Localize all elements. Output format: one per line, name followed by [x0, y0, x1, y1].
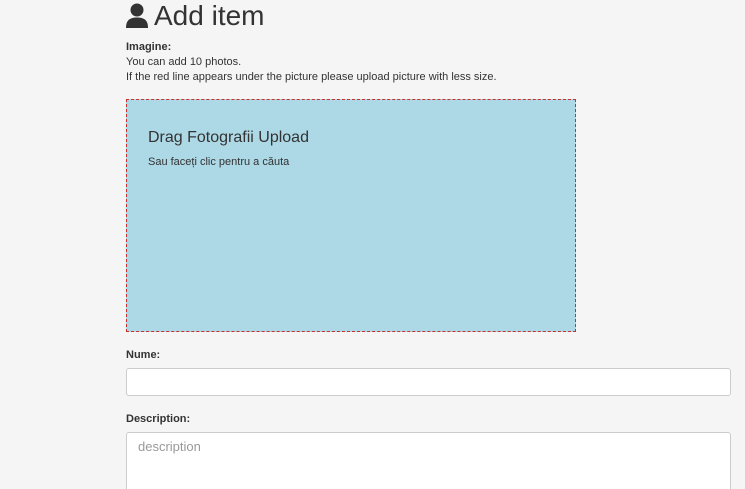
add-item-page: Add item Imagine: You can add 10 photos.… — [0, 0, 745, 489]
description-label: Description: — [126, 413, 191, 425]
dropzone-subtitle: Sau faceți clic pentru a căuta — [148, 156, 290, 168]
images-hint-count: You can add 10 photos. — [126, 56, 242, 68]
user-icon — [126, 3, 148, 29]
photo-dropzone[interactable]: Drag Fotografii Upload Sau faceți clic p… — [126, 99, 576, 332]
page-title-text: Add item — [154, 0, 265, 31]
description-field[interactable] — [126, 432, 731, 489]
images-hint-size: If the red line appears under the pictur… — [126, 71, 497, 83]
images-label: Imagine: — [126, 41, 172, 53]
name-field[interactable] — [126, 368, 731, 396]
page-title: Add item — [126, 0, 265, 34]
dropzone-title: Drag Fotografii Upload — [148, 129, 309, 146]
name-label: Nume: — [126, 349, 161, 361]
